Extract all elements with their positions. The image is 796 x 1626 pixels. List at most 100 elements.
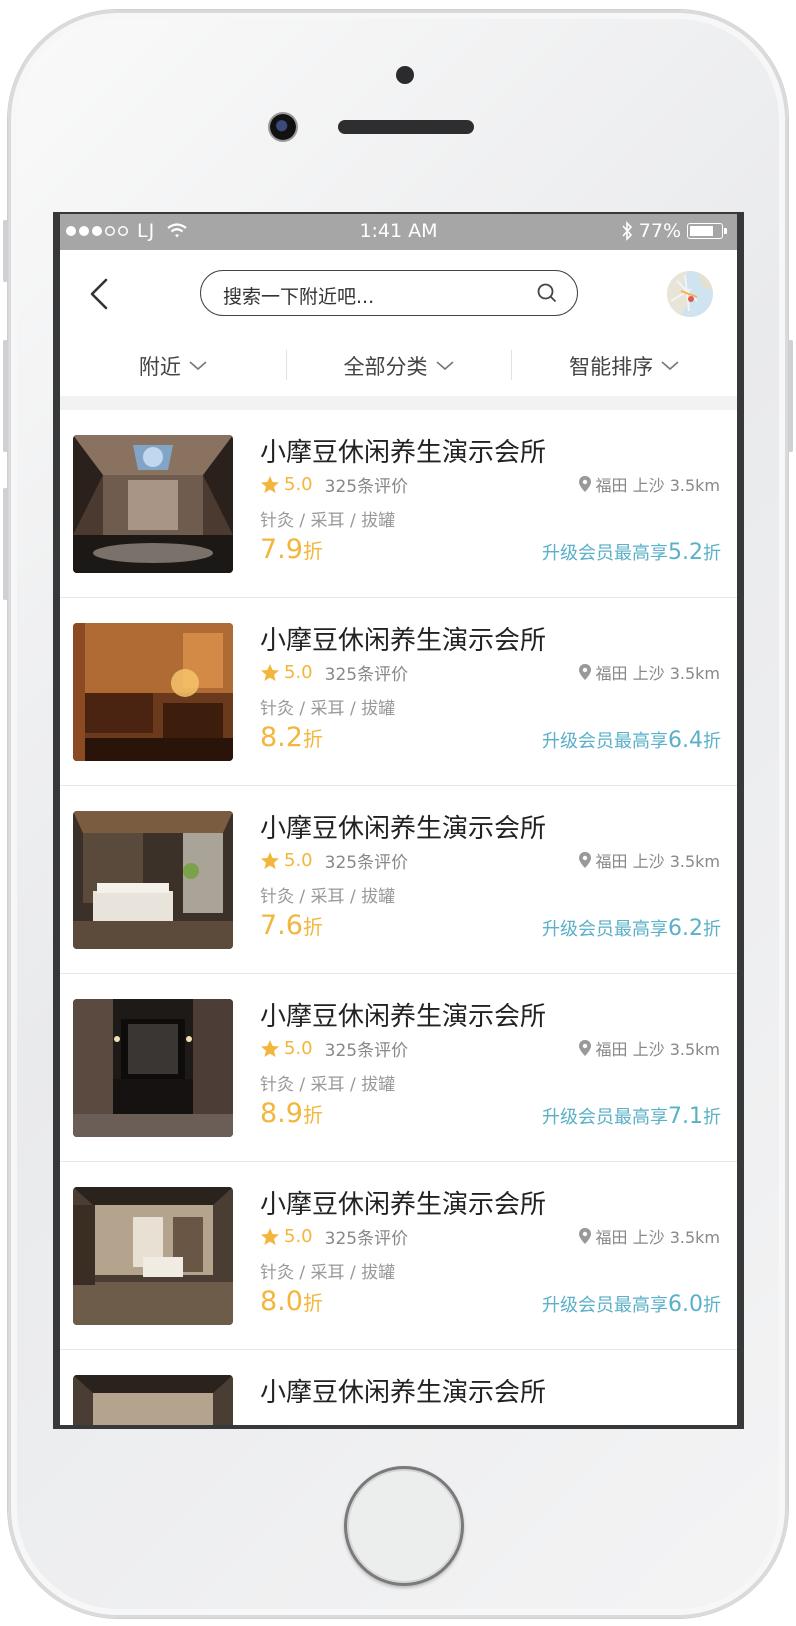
- status-bar: LJ 1:41 AM 77%: [60, 214, 737, 250]
- discount-unit: 折: [302, 727, 323, 751]
- promo-value: 7.1: [668, 1104, 703, 1129]
- earpiece-speaker: [338, 120, 474, 134]
- map-icon[interactable]: [667, 271, 713, 317]
- promo-unit: 折: [703, 543, 721, 564]
- service-tags: 针灸 / 采耳 / 拔罐: [260, 511, 396, 531]
- discount-unit: 折: [302, 539, 323, 563]
- star-icon: [261, 1227, 279, 1245]
- rating: 5.0 325条评价: [260, 1036, 408, 1061]
- power-button: [788, 340, 793, 452]
- home-button[interactable]: [344, 1466, 464, 1586]
- member-promo[interactable]: 升级会员最高享6.0折: [542, 1291, 721, 1317]
- star-icon: [261, 663, 279, 681]
- promo-unit: 折: [703, 731, 721, 752]
- venue-title: 小摩豆休闲养生演示会所: [260, 1190, 547, 1220]
- rating: 5.0 325条评价: [260, 848, 408, 873]
- discount-unit: 折: [302, 915, 323, 939]
- filter-category[interactable]: 全部分类: [285, 336, 512, 396]
- discount-value: 7.6: [260, 910, 303, 941]
- review-count: 325条评价: [324, 1041, 409, 1061]
- search-bar[interactable]: 搜索一下附近吧...: [200, 270, 578, 316]
- promo-prefix: 升级会员最高享: [542, 1107, 668, 1128]
- list-item[interactable]: 小摩豆休闲养生演示会所 5.0 325条评价 福田 上沙 3.5km 针灸 / …: [60, 410, 737, 598]
- promo-value: 6.2: [668, 916, 703, 941]
- venue-title: 小摩豆休闲养生演示会所: [260, 1002, 547, 1032]
- location-text: 福田 上沙 3.5km: [595, 1228, 720, 1247]
- member-promo[interactable]: 升级会员最高享7.1折: [542, 1103, 721, 1129]
- rating-score: 5.0: [284, 662, 313, 683]
- location: 福田 上沙 3.5km: [578, 472, 720, 496]
- promo-unit: 折: [703, 1107, 721, 1128]
- search-icon[interactable]: [535, 281, 559, 305]
- star-icon: [261, 1039, 279, 1057]
- venue-photo: [73, 1187, 233, 1325]
- list-item[interactable]: 小摩豆休闲养生演示会所 5.0 325条评价 福田 上沙 3.5km 针灸 / …: [60, 598, 737, 786]
- location-text: 福田 上沙 3.5km: [595, 1040, 720, 1059]
- back-icon[interactable]: [80, 274, 120, 314]
- discount-unit: 折: [302, 1103, 323, 1127]
- review-count: 325条评价: [324, 853, 409, 873]
- location-pin-icon: [578, 852, 591, 868]
- rating-score: 5.0: [284, 1226, 313, 1247]
- bluetooth-icon: [622, 221, 632, 241]
- review-count: 325条评价: [324, 477, 409, 497]
- list-item[interactable]: 小摩豆休闲养生演示会所 5.0 325条评价 福田 上沙 3.5km 针灸 / …: [60, 786, 737, 974]
- rating-score: 5.0: [284, 850, 313, 871]
- chevron-down-icon: [661, 361, 679, 371]
- list-item[interactable]: 小摩豆休闲养生演示会所 5.0 325条评价 福田 上沙 3.5km 针灸 / …: [60, 1162, 737, 1350]
- discount-price: 7.6折: [260, 910, 323, 941]
- filter-sort[interactable]: 智能排序: [511, 336, 737, 396]
- location-pin-icon: [578, 1040, 591, 1056]
- location-text: 福田 上沙 3.5km: [595, 664, 720, 683]
- service-tags: 针灸 / 采耳 / 拔罐: [260, 1075, 396, 1095]
- location-pin-icon: [578, 664, 591, 680]
- promo-value: 5.2: [668, 540, 703, 565]
- discount-price: 8.0折: [260, 1286, 323, 1317]
- promo-unit: 折: [703, 919, 721, 940]
- list-item[interactable]: 小摩豆休闲养生演示会所: [60, 1350, 737, 1425]
- member-promo[interactable]: 升级会员最高享6.4折: [542, 727, 721, 753]
- search-input[interactable]: 搜索一下附近吧...: [223, 282, 374, 309]
- venue-photo: [73, 1375, 233, 1425]
- review-count: 325条评价: [324, 665, 409, 685]
- venue-title: 小摩豆休闲养生演示会所: [260, 438, 547, 468]
- chevron-down-icon: [189, 361, 207, 371]
- battery-level: [690, 226, 714, 236]
- location: 福田 上沙 3.5km: [578, 1224, 720, 1248]
- discount-price: 8.2折: [260, 722, 323, 753]
- battery-icon: [687, 223, 727, 239]
- review-count: 325条评价: [324, 1229, 409, 1249]
- venue-title: 小摩豆休闲养生演示会所: [260, 626, 547, 656]
- app-screen: LJ 1:41 AM 77% 搜索一下附近吧... 附近 全部分类 智能排序 小…: [60, 214, 737, 1425]
- discount-price: 8.9折: [260, 1098, 323, 1129]
- venue-title: 小摩豆休闲养生演示会所: [260, 814, 547, 844]
- discount-value: 8.9: [260, 1098, 303, 1129]
- venue-photo: [73, 999, 233, 1137]
- mute-switch: [3, 220, 8, 282]
- location-pin-icon: [578, 476, 591, 492]
- venue-photo: [73, 623, 233, 761]
- star-icon: [261, 851, 279, 869]
- venue-photo: [73, 435, 233, 573]
- promo-value: 6.4: [668, 728, 703, 753]
- divider: [60, 396, 737, 410]
- location-text: 福田 上沙 3.5km: [595, 852, 720, 871]
- list-item[interactable]: 小摩豆休闲养生演示会所 5.0 325条评价 福田 上沙 3.5km 针灸 / …: [60, 974, 737, 1162]
- filter-nearby[interactable]: 附近: [60, 336, 286, 396]
- proximity-sensor: [396, 66, 414, 84]
- venue-title: 小摩豆休闲养生演示会所: [260, 1378, 547, 1408]
- promo-prefix: 升级会员最高享: [542, 731, 668, 752]
- service-tags: 针灸 / 采耳 / 拔罐: [260, 699, 396, 719]
- filter-label: 附近: [138, 355, 181, 379]
- location: 福田 上沙 3.5km: [578, 1036, 720, 1060]
- venue-photo: [73, 811, 233, 949]
- rating: 5.0 325条评价: [260, 1224, 408, 1249]
- member-promo[interactable]: 升级会员最高享5.2折: [542, 539, 721, 565]
- promo-prefix: 升级会员最高享: [542, 1295, 668, 1316]
- service-tags: 针灸 / 采耳 / 拔罐: [260, 887, 396, 907]
- rating: 5.0 325条评价: [260, 472, 408, 497]
- filter-label: 智能排序: [569, 355, 654, 379]
- rating-score: 5.0: [284, 1038, 313, 1059]
- member-promo[interactable]: 升级会员最高享6.2折: [542, 915, 721, 941]
- rating: 5.0 325条评价: [260, 660, 408, 685]
